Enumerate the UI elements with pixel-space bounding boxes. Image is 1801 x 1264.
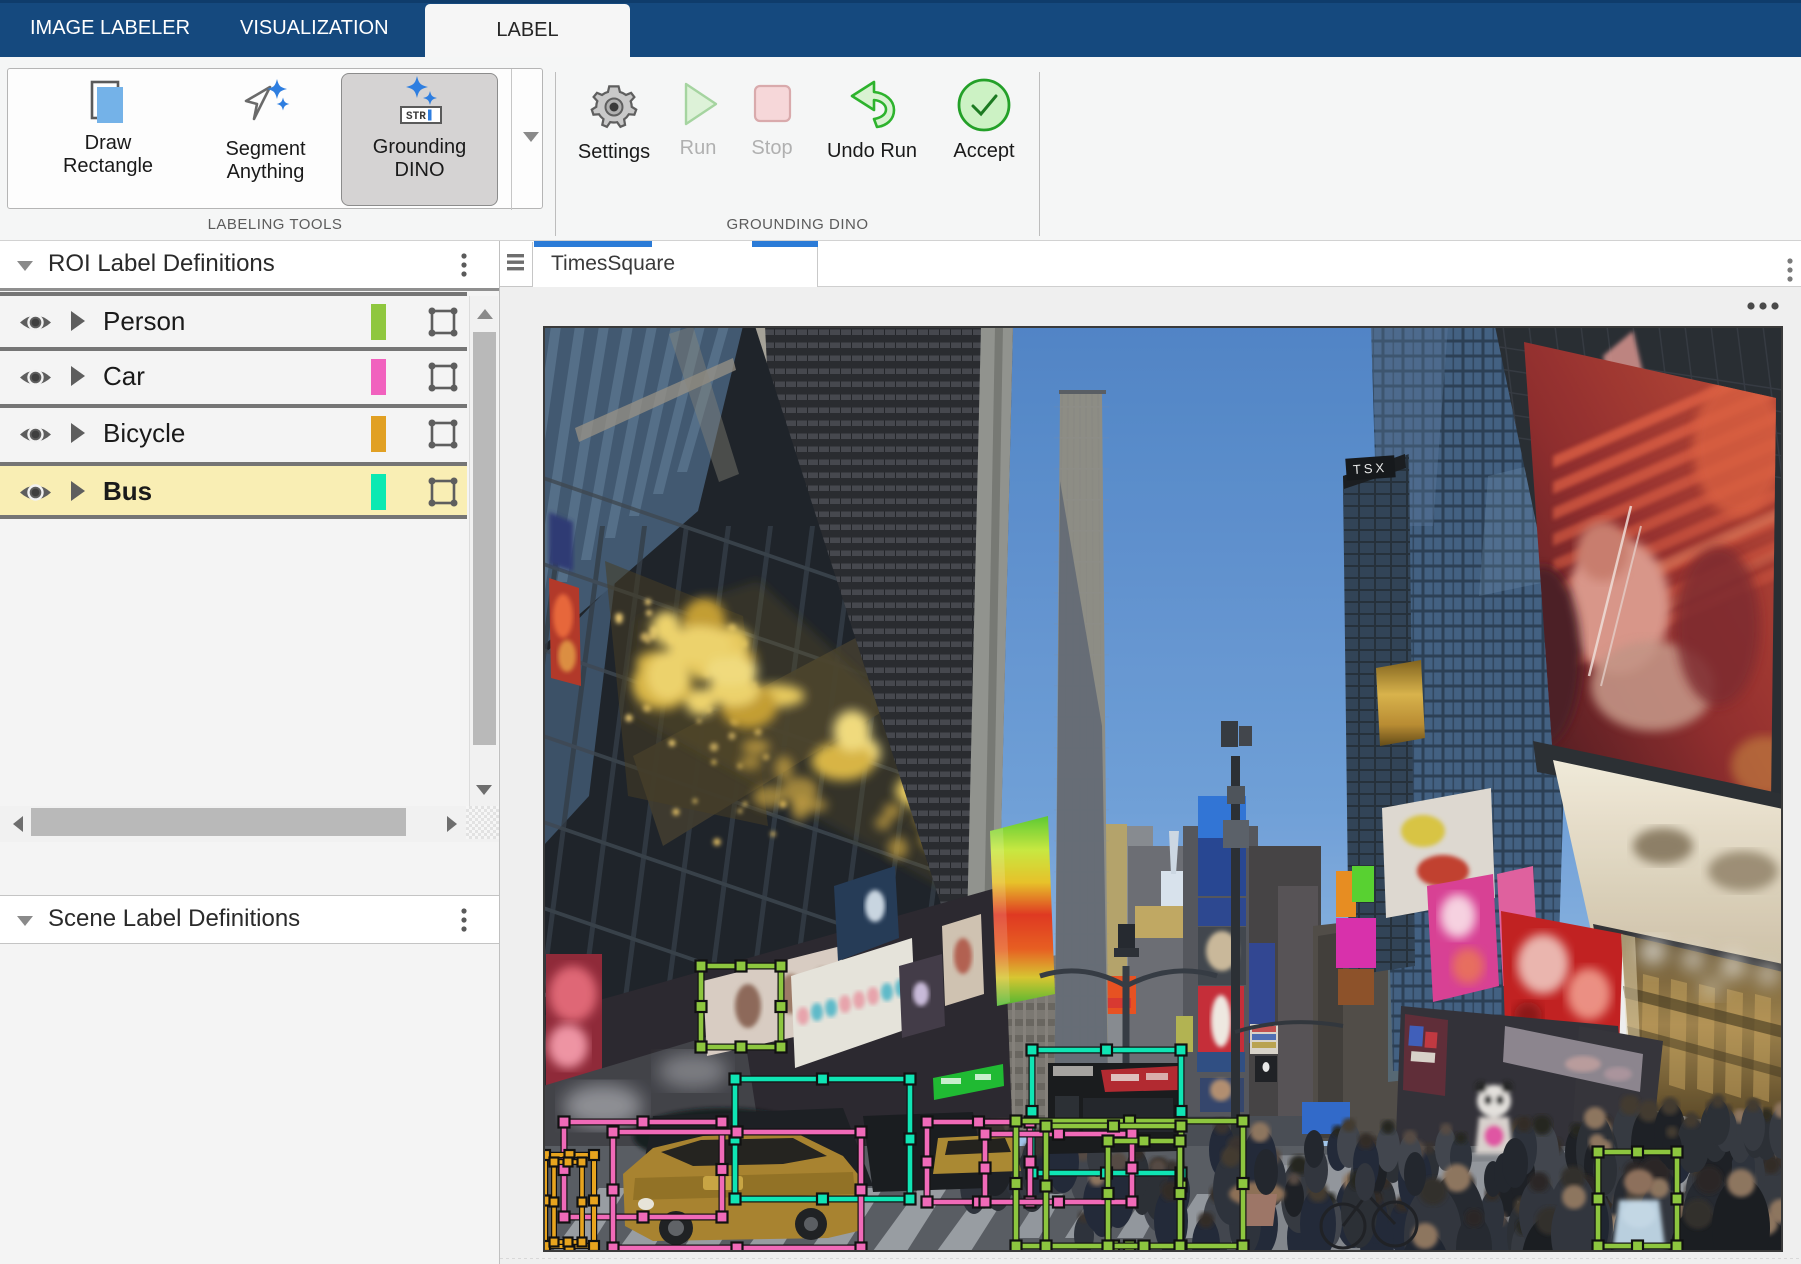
svg-text:STR: STR [406,111,426,123]
